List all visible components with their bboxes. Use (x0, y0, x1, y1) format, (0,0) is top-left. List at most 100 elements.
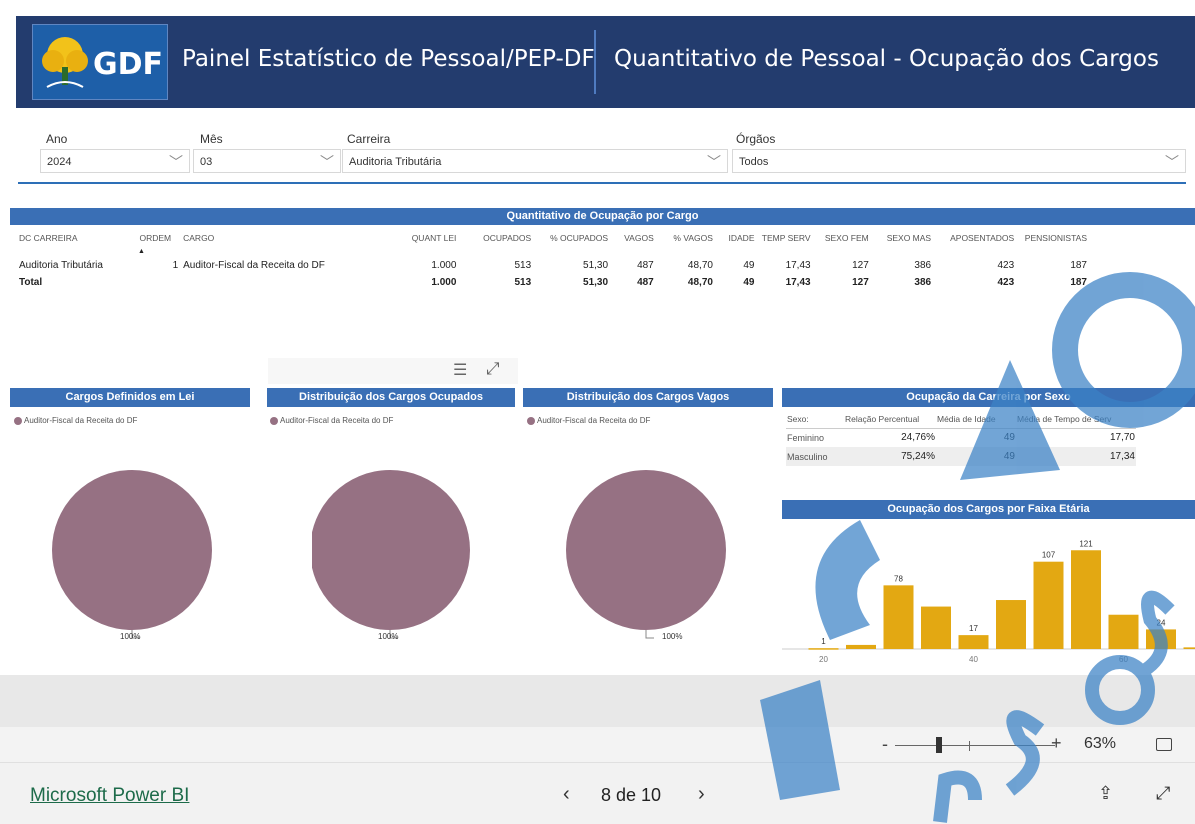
pie-legend-lei[interactable]: Auditor-Fiscal da Receita do DF (14, 416, 137, 425)
filter-ano-dropdown[interactable]: 2024 ﹀ (40, 149, 190, 173)
col-pct-ocupados[interactable]: % OCUPADOS (532, 230, 609, 246)
cell: 513 (457, 256, 532, 274)
canvas-gray-band (0, 675, 1195, 727)
chart-bar[interactable] (1109, 615, 1139, 649)
cell: 423 (932, 274, 1015, 290)
pie-chart-vagos[interactable] (566, 468, 746, 648)
filter-icon[interactable]: ☰ (453, 360, 467, 380)
footer-bar: Microsoft Power BI ‹ 8 de 10 › ⇪ ⤢ (0, 762, 1195, 824)
pie-label-ocupados: 100% (378, 632, 398, 641)
chart-bar[interactable] (959, 635, 989, 649)
cell: 487 (609, 256, 655, 274)
legend-dot (527, 417, 535, 425)
pie-slice[interactable] (312, 470, 470, 630)
cell: 1.000 (380, 256, 458, 274)
col-temp-serv[interactable]: TEMP SERV (756, 230, 812, 246)
col-pensionistas[interactable]: PENSIONISTAS (1015, 230, 1088, 246)
filter-divider (18, 182, 1186, 184)
cell: Total (18, 274, 139, 290)
chart-bar[interactable] (996, 600, 1026, 649)
chart-bar[interactable] (1071, 550, 1101, 649)
col-sexo-mas[interactable]: SEXO MAS (870, 230, 932, 246)
ocupacao-table[interactable]: DC CARREIRA ORDEM CARGO QUANT LEI OCUPAD… (18, 230, 1088, 290)
focus-mode-icon[interactable]: ⤢ (486, 359, 500, 379)
zoom-in-button[interactable]: + (1051, 733, 1062, 754)
col-relacao[interactable]: Relação Percentual (844, 410, 936, 428)
filter-mes-dropdown[interactable]: 03 ﹀ (193, 149, 341, 173)
cell: 187 (1015, 274, 1088, 290)
next-page-button[interactable]: › (698, 783, 705, 806)
cell: 386 (870, 256, 932, 274)
chart-bar[interactable] (1184, 647, 1195, 649)
filter-orgaos-dropdown[interactable]: Todos ﹀ (732, 149, 1186, 173)
col-media-tempo[interactable]: Média de Tempo de Serv (1016, 410, 1136, 428)
cell: Auditor-Fiscal da Receita do DF (182, 256, 379, 274)
cell: 75,24% (844, 447, 936, 466)
cell: 513 (457, 274, 532, 290)
cell: Feminino (786, 428, 844, 447)
chart-bar[interactable] (921, 607, 951, 649)
share-icon[interactable]: ⇪ (1098, 783, 1113, 804)
sexo-title: Ocupação da Carreira por Sexo (782, 388, 1195, 407)
col-sexo[interactable]: Sexo: (786, 410, 844, 428)
chevron-down-icon: ﹀ (320, 152, 334, 172)
power-bi-link[interactable]: Microsoft Power BI (30, 785, 189, 807)
cell: 1.000 (380, 274, 458, 290)
prev-page-button[interactable]: ‹ (563, 783, 570, 806)
pie-legend-vagos[interactable]: Auditor-Fiscal da Receita do DF (527, 416, 650, 425)
data-label: 78 (894, 574, 903, 583)
cell: 49 (714, 274, 756, 290)
logo-text: GDF (93, 47, 163, 82)
pie-slice[interactable] (52, 470, 212, 630)
zoom-out-button[interactable]: - (882, 734, 888, 755)
report-header: GDF Painel Estatístico de Pessoal/PEP-DF… (16, 16, 1195, 108)
cell: 1 (139, 256, 183, 274)
filter-carreira-dropdown[interactable]: Auditoria Tributária ﹀ (342, 149, 728, 173)
col-pct-vagos[interactable]: % VAGOS (655, 230, 714, 246)
cell: 17,70 (1016, 428, 1136, 447)
col-idade[interactable]: IDADE (714, 230, 756, 246)
pie-slice[interactable] (566, 470, 726, 630)
cell: 51,30 (532, 256, 609, 274)
sexo-table[interactable]: Sexo: Relação Percentual Média de Idade … (786, 410, 1136, 466)
col-ocupados[interactable]: OCUPADOS (457, 230, 532, 246)
col-media-idade[interactable]: Média de Idade (936, 410, 1016, 428)
col-vagos[interactable]: VAGOS (609, 230, 655, 246)
chart-bar[interactable] (1146, 629, 1176, 649)
chart-bar[interactable] (846, 645, 876, 649)
cell: 187 (1015, 256, 1088, 274)
zoom-slider-handle[interactable] (936, 737, 942, 753)
table-row[interactable]: Auditoria Tributária 1 Auditor-Fiscal da… (18, 256, 1088, 274)
pie-chart-lei[interactable] (50, 468, 230, 648)
x-tick-label: 20 (819, 655, 828, 664)
col-dc-carreira[interactable]: DC CARREIRA (18, 230, 139, 246)
pie-legend-ocupados[interactable]: Auditor-Fiscal da Receita do DF (270, 416, 393, 425)
header-divider (594, 30, 596, 94)
fit-to-page-icon[interactable] (1156, 738, 1172, 751)
cell: 24,76% (844, 428, 936, 447)
table-row[interactable]: Feminino 24,76% 49 17,70 (786, 428, 1136, 447)
zoom-bar: - + 63% (0, 727, 1195, 762)
cell (182, 274, 379, 290)
cell: 386 (870, 274, 932, 290)
col-ordem[interactable]: ORDEM (139, 230, 183, 246)
fullscreen-icon[interactable]: ⤢ (1156, 783, 1170, 804)
col-cargo[interactable]: CARGO (182, 230, 379, 246)
cell: 17,43 (756, 274, 812, 290)
chart-bar[interactable] (1034, 562, 1064, 649)
cell: 51,30 (532, 274, 609, 290)
chevron-down-icon: ﹀ (707, 152, 721, 172)
col-quant-lei[interactable]: QUANT LEI (380, 230, 458, 246)
table-row[interactable]: Masculino 75,24% 49 17,34 (786, 447, 1136, 466)
cell: 49 (936, 447, 1016, 466)
col-aposentados[interactable]: APOSENTADOS (932, 230, 1015, 246)
data-label: 1 (821, 637, 826, 646)
zoom-slider-track[interactable] (895, 745, 1055, 746)
col-sexo-fem[interactable]: SEXO FEM (812, 230, 870, 246)
legend-dot (270, 417, 278, 425)
chart-bar[interactable] (884, 585, 914, 649)
chart-bar[interactable] (809, 648, 839, 650)
table-header-row: DC CARREIRA ORDEM CARGO QUANT LEI OCUPAD… (18, 230, 1088, 246)
pie-chart-ocupados[interactable] (312, 468, 492, 648)
age-bar-chart[interactable]: 17817107121242204060 (782, 522, 1195, 667)
